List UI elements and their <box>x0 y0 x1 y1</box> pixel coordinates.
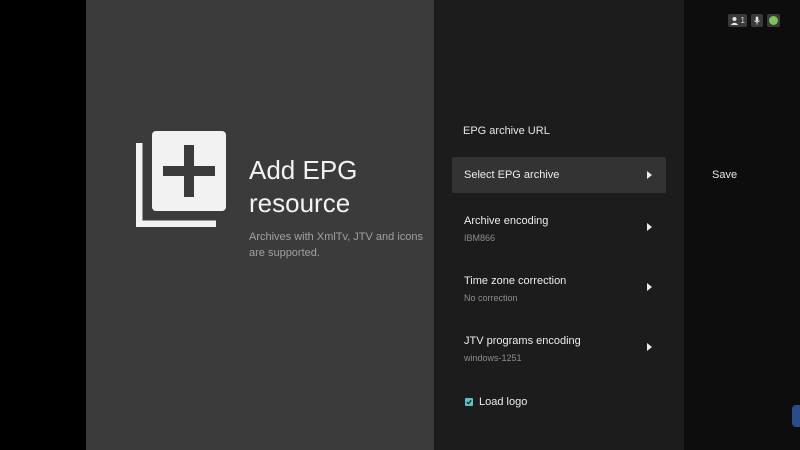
page-title: Add EPG resource <box>249 155 358 218</box>
user-icon <box>730 17 738 25</box>
item-label: Archive encoding <box>464 215 549 227</box>
chevron-right-icon <box>647 223 652 231</box>
select-epg-archive-item[interactable]: Select EPG archive <box>452 157 666 193</box>
user-count: 1 <box>740 16 745 25</box>
online-status-icon <box>769 16 778 25</box>
overlay-badge-icon <box>792 405 800 427</box>
status-bar: 1 <box>727 14 780 27</box>
item-label: Select EPG archive <box>464 169 560 181</box>
load-logo-checkbox[interactable]: Load logo <box>465 395 527 409</box>
time-zone-correction-item[interactable]: Time zone correction No correction <box>452 267 666 307</box>
page-subtitle: Archives with XmlTv, JTV and icons are s… <box>249 231 424 259</box>
network-status-chip <box>767 14 780 27</box>
checkmark-icon <box>466 399 472 405</box>
item-value: No correction <box>464 293 518 303</box>
actions-panel <box>684 0 800 450</box>
chevron-right-icon <box>647 343 652 351</box>
item-label: Time zone correction <box>464 275 567 287</box>
user-status-chip: 1 <box>727 14 747 27</box>
screen: Add EPG resource Archives with XmlTv, JT… <box>0 0 800 450</box>
epg-archive-url-header: EPG archive URL <box>463 125 550 137</box>
item-value: windows-1251 <box>464 353 522 363</box>
item-label: JTV programs encoding <box>464 335 581 347</box>
load-logo-label: Load logo <box>479 396 528 408</box>
microphone-status-chip <box>751 14 763 27</box>
jtv-programs-encoding-item[interactable]: JTV programs encoding windows-1251 <box>452 327 666 367</box>
archive-encoding-item[interactable]: Archive encoding IBM866 <box>452 207 666 247</box>
save-button[interactable]: Save <box>712 169 737 181</box>
chevron-right-icon <box>647 283 652 291</box>
add-library-icon <box>136 131 226 227</box>
chevron-right-icon <box>647 171 652 179</box>
item-value: IBM866 <box>464 233 496 243</box>
checkbox-checked-icon <box>465 398 473 406</box>
microphone-icon <box>754 16 760 25</box>
